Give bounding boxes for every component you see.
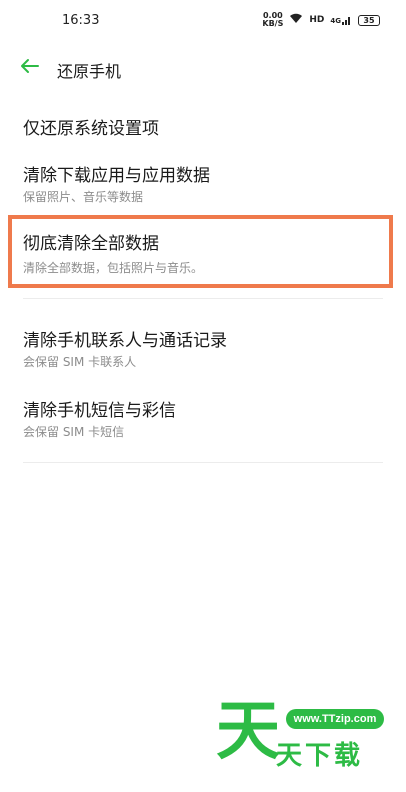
option-title: 清除手机联系人与通话记录 <box>23 331 227 351</box>
watermark-logo: 天 www.TTzip.com 天下载 <box>210 695 395 785</box>
option-subtitle: 保留照片、音乐等数据 <box>23 190 144 204</box>
option-subtitle: 会保留 SIM 卡短信 <box>23 425 125 439</box>
watermark-text: 天下载 <box>276 741 364 771</box>
option-subtitle: 会保留 SIM 卡联系人 <box>23 355 137 369</box>
watermark-url: www.TTzip.com <box>286 709 384 729</box>
status-time: 16:33 <box>62 12 100 28</box>
option-title: 仅还原系统设置项 <box>23 119 159 139</box>
option-title: 彻底清除全部数据 <box>23 234 159 254</box>
signal-icon: 4G <box>330 15 352 25</box>
option-erase-all-data[interactable]: 彻底清除全部数据 清除全部数据，包括照片与音乐。 <box>0 219 406 284</box>
net-speed-indicator: 0.00 KB/S <box>262 12 283 28</box>
option-subtitle: 清除全部数据，包括照片与音乐。 <box>23 261 204 275</box>
page-title: 还原手机 <box>57 62 122 81</box>
screen: 16:33 0.00 KB/S HD 4G 35 还原手机 仅还原系统设置项 清… <box>0 0 406 792</box>
option-restore-settings[interactable]: 仅还原系统设置项 <box>0 108 406 144</box>
option-title: 清除下载应用与应用数据 <box>23 166 210 186</box>
status-icons: 0.00 KB/S HD 4G 35 <box>262 12 380 28</box>
back-arrow-icon <box>20 58 40 78</box>
back-button[interactable] <box>18 56 42 80</box>
header: 还原手机 <box>0 50 406 86</box>
divider <box>23 462 383 463</box>
option-clear-apps[interactable]: 清除下载应用与应用数据 保留照片、音乐等数据 <box>0 155 406 210</box>
signal-label: 4G <box>330 17 341 25</box>
divider <box>23 298 383 299</box>
battery-level: 35 <box>363 15 375 25</box>
hd-label: HD <box>309 15 325 25</box>
net-speed-unit: KB/S <box>262 19 284 28</box>
watermark-big-char: 天 <box>216 695 280 769</box>
battery-icon: 35 <box>358 14 380 26</box>
status-bar: 16:33 0.00 KB/S HD 4G 35 <box>0 0 406 40</box>
option-clear-contacts[interactable]: 清除手机联系人与通话记录 会保留 SIM 卡联系人 <box>0 320 406 375</box>
option-clear-messages[interactable]: 清除手机短信与彩信 会保留 SIM 卡短信 <box>0 390 406 445</box>
wifi-icon <box>289 13 303 27</box>
option-title: 清除手机短信与彩信 <box>23 401 176 421</box>
